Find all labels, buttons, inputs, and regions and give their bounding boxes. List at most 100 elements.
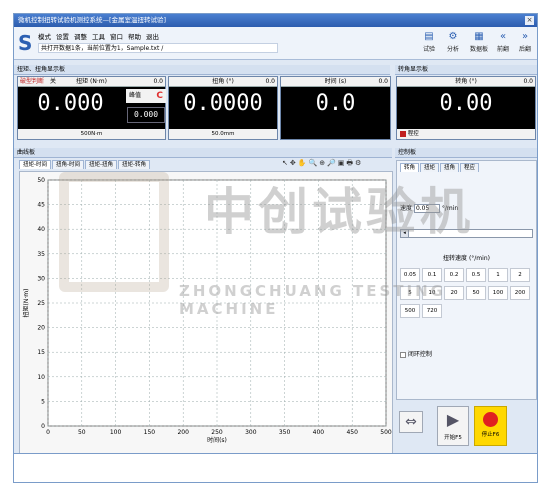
torque-unit-tag: 0.0 [153,78,163,85]
print-icon[interactable]: 🖶 [346,159,353,170]
x-tick-label: 100 [110,429,122,436]
pointer-icon[interactable]: ↖ [282,159,288,170]
time-value: 0.0 [315,91,356,116]
stop-icon [483,412,498,427]
window-title: 微机控制扭转试验机测控系统—[金属室温扭转试验] [18,16,167,24]
y-axis-label: 扭矩(N·m) [22,289,30,318]
y-tick-label: 20 [37,325,45,332]
y-tick-label: 50 [37,177,45,184]
curve-chart[interactable]: 0 50 100 150 200 250 300 350 400 450 500 0 5 10 15 20 25… [19,171,393,459]
databoard-icon: ▦ [474,31,484,42]
menu-tools[interactable]: 工具 [92,31,105,41]
slider-handle[interactable]: ◂ [401,230,409,237]
zoom-icon[interactable]: 🔍 [308,159,317,170]
app-logo-icon: S [18,31,33,55]
curve-tabs: 扭矩-时间 扭角-时间 扭矩-扭角 扭矩-转角 [19,160,150,169]
gauge-length: 50.0mm [169,129,277,139]
toolbar-test-button[interactable]: ▤ 试验 [418,30,440,56]
tab-angle-time[interactable]: 扭角-时间 [52,160,84,169]
speed-preset-button[interactable]: 100 [488,286,508,300]
time-display: 时间 (s) 0.0 0.0 [280,76,391,140]
move-icon[interactable]: ✥ [290,159,296,170]
program-control-indicator[interactable] [400,130,406,137]
speed-preset-button[interactable]: 10 [422,286,442,300]
analysis-icon: ⚙ [448,31,458,42]
torque-display: 破型判断 关 扭矩 (N·m) 0.0 0.000 峰值 C 0.000 500… [17,76,166,140]
program-control-label: 程控 [407,131,419,137]
speed-preset-button[interactable]: 500 [400,304,420,318]
speed-preset-button[interactable]: 5 [400,286,420,300]
break-judge-value[interactable]: 关 [50,77,56,87]
time-label: 时间 (s) [324,78,347,85]
speed-slider[interactable]: ◂ [400,229,533,238]
speed-display: 转角 (°) 0.0 0.00 程控 [396,76,536,140]
fit-icon[interactable]: ▣ [338,159,345,170]
tab-program[interactable]: 程应 [460,163,480,172]
y-tick-label: 45 [37,202,45,209]
tab-torque-time[interactable]: 扭矩-时间 [19,160,51,169]
menu-settings[interactable]: 设置 [56,31,69,41]
status-line: 共打开数据1条，当前位置为1，Sample.txt / [38,43,278,53]
speed-label: 转角 (°) [455,78,477,85]
zoom-out-icon[interactable]: 🔎 [327,159,336,170]
closed-loop-checkbox[interactable] [400,351,406,358]
menu-exit[interactable]: 退出 [146,31,159,41]
speed-value: 0.00 [439,91,493,116]
toolbar-prev-button[interactable]: « 前翻 [492,30,514,56]
speed-preset-button[interactable]: 1 [488,268,508,282]
stop-button[interactable]: 停止F6 [474,406,507,446]
peak-label: 峰值 [129,92,142,99]
speed-input[interactable]: 0.05 [413,204,440,213]
toolbar-databoard-button[interactable]: ▦ 数据板 [466,30,492,56]
reset-peak-icon[interactable]: C [156,89,163,103]
menu-adjust[interactable]: 调整 [74,31,87,41]
x-tick-label: 50 [78,429,86,436]
doc-icon: ▤ [424,31,434,42]
speed-unit-tag: 0.0 [523,78,533,85]
angle-unit-tag: 0.0 [265,78,275,85]
tab-rotation[interactable]: 转角 [400,163,420,172]
pan-icon[interactable]: ✋ [298,159,307,170]
y-tick-label: 25 [37,300,45,307]
speed-preset-button[interactable]: 720 [422,304,442,318]
angle-display: 扭角 (°) 0.0 0.0000 50.0mm [168,76,278,140]
tab-angle[interactable]: 扭角 [440,163,460,172]
speed-preset-button[interactable]: 0.1 [422,268,442,282]
toolbar-analysis-button[interactable]: ⚙ 分析 [442,30,464,56]
x-tick-label: 400 [313,429,325,436]
start-button[interactable]: ▶ 开始F5 [437,406,469,446]
menu-window[interactable]: 窗口 [110,31,123,41]
speed-panel-header: 转角显示板 [395,65,537,75]
speed-preset-button[interactable]: 0.5 [466,268,486,282]
menu-mode[interactable]: 模式 [38,31,51,41]
next-icon: » [521,31,529,42]
speed-input-label: 速度 [400,205,413,212]
app-window: 微机控制扭转试验机测控系统—[金属室温扭转试验] × S 模式 设置 调整 工具… [13,13,538,483]
speed-preset-button[interactable]: 50 [466,286,486,300]
close-icon[interactable]: × [525,16,534,25]
menu-help[interactable]: 帮助 [128,31,141,41]
angle-value: 0.0000 [183,91,263,116]
y-tick-label: 15 [37,349,45,356]
x-tick-label: 450 [346,429,358,436]
settings-icon[interactable]: ⚙ [355,159,361,170]
title-bar: 微机控制扭转试验机测控系统—[金属室温扭转试验] × [14,14,537,27]
speed-preset-button[interactable]: 0.05 [400,268,420,282]
speed-preset-button[interactable]: 2 [510,268,530,282]
tab-torque[interactable]: 扭矩 [420,163,440,172]
torque-range: 500N·m [18,129,165,139]
x-tick-label: 500 [380,429,392,436]
x-tick-label: 350 [279,429,291,436]
tab-torque-angle[interactable]: 扭矩-扭角 [85,160,117,169]
tab-torque-rotation[interactable]: 扭矩-转角 [118,160,150,169]
speed-preset-button[interactable]: 20 [444,286,464,300]
speed-preset-button[interactable]: 200 [510,286,530,300]
x-tick-label: 250 [211,429,223,436]
toolbar-next-button[interactable]: » 后翻 [514,30,536,56]
zoom-in-icon[interactable]: ⊕ [319,159,325,170]
y-tick-label: 35 [37,251,45,258]
speed-preset-button[interactable]: 0.2 [444,268,464,282]
curve-panel-header: 曲线板 [14,148,392,158]
swap-direction-button[interactable]: ⇔ [399,411,423,433]
menu-bar: S 模式 设置 调整 工具 窗口 帮助 退出 共打开数据1条，当前位置为1，Sa… [14,27,537,60]
